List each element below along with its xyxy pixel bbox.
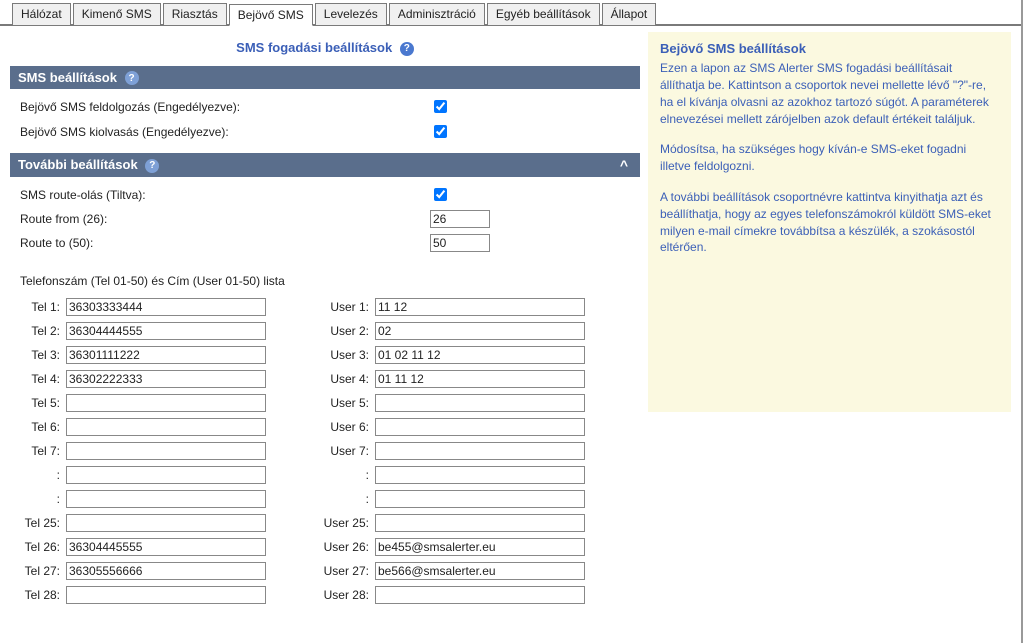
- user-label: User 1:: [321, 300, 375, 314]
- tel-user-row: Tel 5: User 5:: [18, 394, 632, 412]
- tel-input[interactable]: [66, 562, 266, 580]
- tel-input[interactable]: [66, 514, 266, 532]
- tel-user-row: Tel 28: User 28:: [18, 586, 632, 604]
- tel-label: Tel 4:: [18, 372, 66, 386]
- user-label: User 2:: [321, 324, 375, 338]
- tel-user-row: ::: [18, 490, 632, 508]
- user-input[interactable]: [375, 562, 585, 580]
- tel-input[interactable]: [66, 538, 266, 556]
- tel-input[interactable]: [66, 322, 266, 340]
- tab-riaszt-s[interactable]: Riasztás: [163, 3, 227, 25]
- tel-label: :: [18, 468, 66, 482]
- tel-input[interactable]: [66, 418, 266, 436]
- user-label: User 28:: [321, 588, 375, 602]
- tel-label: Tel 6:: [18, 420, 66, 434]
- tab-bej-v-sms[interactable]: Bejövő SMS: [229, 4, 313, 26]
- user-label: User 5:: [321, 396, 375, 410]
- tab-levelez-s[interactable]: Levelezés: [315, 3, 387, 25]
- tab-egy-b-be-ll-t-sok[interactable]: Egyéb beállítások: [487, 3, 600, 25]
- tel-user-row: Tel 4: User 4:: [18, 370, 632, 388]
- checkbox-inbound-processing[interactable]: [434, 100, 447, 113]
- user-label: User 25:: [321, 516, 375, 530]
- tel-label: Tel 7:: [18, 444, 66, 458]
- input-route-to[interactable]: [430, 234, 490, 252]
- tel-label: Tel 2:: [18, 324, 66, 338]
- tab--llapot[interactable]: Állapot: [602, 3, 657, 25]
- tab-adminisztr-ci-[interactable]: Adminisztráció: [389, 3, 485, 25]
- user-input[interactable]: [375, 346, 585, 364]
- label-route-from: Route from (26):: [20, 212, 430, 226]
- tel-label: Tel 27:: [18, 564, 66, 578]
- tel-label: :: [18, 492, 66, 506]
- tab-kimen-sms[interactable]: Kimenő SMS: [73, 3, 161, 25]
- user-input[interactable]: [375, 442, 585, 460]
- help-icon[interactable]: ?: [145, 159, 159, 173]
- tel-input[interactable]: [66, 394, 266, 412]
- user-label: User 27:: [321, 564, 375, 578]
- help-paragraph: Módosítsa, ha szükséges hogy kíván-e SMS…: [660, 141, 999, 175]
- user-input[interactable]: [375, 322, 585, 340]
- section-title: SMS beállítások: [18, 70, 117, 85]
- section-title: További beállítások: [18, 157, 138, 172]
- tel-label: Tel 3:: [18, 348, 66, 362]
- user-label: User 26:: [321, 540, 375, 554]
- section-additional-settings-header[interactable]: További beállítások ? ^: [10, 153, 640, 177]
- label-route-to: Route to (50):: [20, 236, 430, 250]
- user-input[interactable]: [375, 490, 585, 508]
- tel-input[interactable]: [66, 442, 266, 460]
- tel-user-row: Tel 2: User 2:: [18, 322, 632, 340]
- collapse-toggle-icon[interactable]: ^: [616, 157, 632, 173]
- tel-user-row: Tel 27: User 27:: [18, 562, 632, 580]
- tel-user-row: Tel 1: User 1:: [18, 298, 632, 316]
- tel-user-row: Tel 7: User 7:: [18, 442, 632, 460]
- page-title: SMS fogadási beállítások ?: [10, 32, 640, 66]
- section-sms-settings-header[interactable]: SMS beállítások ?: [10, 66, 640, 90]
- tel-input[interactable]: [66, 586, 266, 604]
- help-icon[interactable]: ?: [400, 42, 414, 56]
- tel-input[interactable]: [66, 298, 266, 316]
- help-panel: Bejövő SMS beállítások Ezen a lapon az S…: [648, 32, 1011, 412]
- tel-input[interactable]: [66, 490, 266, 508]
- tel-label: Tel 1:: [18, 300, 66, 314]
- tel-input[interactable]: [66, 466, 266, 484]
- tel-input[interactable]: [66, 346, 266, 364]
- help-icon[interactable]: ?: [125, 71, 139, 85]
- user-label: :: [321, 468, 375, 482]
- label-sms-route: SMS route-olás (Tiltva):: [20, 188, 430, 202]
- tel-user-row: Tel 6: User 6:: [18, 418, 632, 436]
- tel-label: Tel 25:: [18, 516, 66, 530]
- label-inbound-reading: Bejövő SMS kiolvasás (Engedélyezve):: [20, 125, 430, 139]
- tel-input[interactable]: [66, 370, 266, 388]
- user-label: User 7:: [321, 444, 375, 458]
- input-route-from[interactable]: [430, 210, 490, 228]
- tel-label: Tel 28:: [18, 588, 66, 602]
- user-input[interactable]: [375, 298, 585, 316]
- user-label: User 3:: [321, 348, 375, 362]
- tel-user-list-header: Telefonszám (Tel 01-50) és Cím (User 01-…: [20, 274, 632, 288]
- user-input[interactable]: [375, 514, 585, 532]
- user-label: User 6:: [321, 420, 375, 434]
- label-inbound-processing: Bejövő SMS feldolgozás (Engedélyezve):: [20, 100, 430, 114]
- tel-label: Tel 5:: [18, 396, 66, 410]
- user-input[interactable]: [375, 418, 585, 436]
- help-title: Bejövő SMS beállítások: [660, 40, 999, 58]
- user-input[interactable]: [375, 466, 585, 484]
- tel-user-row: Tel 3: User 3:: [18, 346, 632, 364]
- tel-user-row: Tel 26: User 26:: [18, 538, 632, 556]
- user-input[interactable]: [375, 394, 585, 412]
- tel-label: Tel 26:: [18, 540, 66, 554]
- user-label: :: [321, 492, 375, 506]
- user-label: User 4:: [321, 372, 375, 386]
- user-input[interactable]: [375, 370, 585, 388]
- tel-user-row: ::: [18, 466, 632, 484]
- user-input[interactable]: [375, 586, 585, 604]
- tel-user-row: Tel 25: User 25:: [18, 514, 632, 532]
- help-paragraph: Ezen a lapon az SMS Alerter SMS fogadási…: [660, 60, 999, 127]
- user-input[interactable]: [375, 538, 585, 556]
- tab-h-l-zat[interactable]: Hálózat: [12, 3, 71, 25]
- help-paragraph: A további beállítások csoportnévre katti…: [660, 189, 999, 256]
- checkbox-inbound-reading[interactable]: [434, 125, 447, 138]
- tab-bar: HálózatKimenő SMSRiasztásBejövő SMSLevel…: [0, 0, 1021, 26]
- checkbox-sms-route[interactable]: [434, 188, 447, 201]
